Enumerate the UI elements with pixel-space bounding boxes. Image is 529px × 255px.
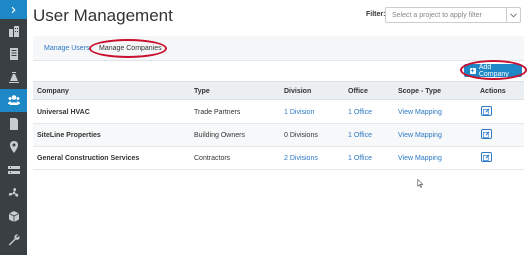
box-icon (8, 210, 19, 222)
construction-icon (8, 71, 19, 83)
filter-placeholder: Select a project to apply filter (392, 12, 482, 19)
tabs-bar: Manage Users Manage Companies (33, 36, 524, 61)
chevron-right-icon (11, 6, 16, 13)
sidebar-item-hvac[interactable] (0, 182, 27, 205)
edit-button[interactable] (481, 106, 492, 116)
division-link[interactable]: 1 Division (284, 109, 314, 116)
mouse-cursor-icon (417, 179, 424, 188)
company-type: Building Owners (194, 132, 245, 139)
column-header-actions: Actions (480, 88, 506, 95)
buildings-icon (8, 25, 19, 37)
column-header-scope-type[interactable]: Scope - Type (398, 88, 441, 95)
view-mapping-link[interactable]: View Mapping (398, 109, 442, 116)
sidebar-item-files[interactable] (0, 112, 27, 135)
sidebar-item-tools[interactable] (0, 228, 27, 251)
office-link[interactable]: 1 Office (348, 155, 372, 162)
company-type: Contractors (194, 155, 231, 162)
users-icon (7, 95, 20, 106)
annotation-circle-add-button (460, 60, 527, 80)
table-row: Universal HVAC Trade Partners 1 Division… (33, 101, 524, 124)
filter-dropdown-toggle[interactable] (506, 8, 520, 22)
column-header-division[interactable]: Division (284, 88, 311, 95)
sidebar-item-locations[interactable] (0, 135, 27, 158)
document-list-icon (9, 47, 18, 60)
page-title: User Management (33, 6, 173, 25)
sidebar-item-inventory[interactable] (0, 205, 27, 228)
division-count: 0 Divisions (284, 132, 318, 139)
company-name: SiteLine Properties (37, 132, 101, 139)
edit-button[interactable] (481, 152, 492, 162)
edit-button[interactable] (481, 129, 492, 139)
sidebar-item-construction[interactable] (0, 65, 27, 88)
column-header-office[interactable]: Office (348, 88, 368, 95)
company-type: Trade Partners (194, 109, 241, 116)
sidebar-toggle[interactable] (0, 0, 27, 19)
tab-manage-users[interactable]: Manage Users (44, 45, 90, 52)
table-row: General Construction Services Contractor… (33, 147, 524, 170)
view-mapping-link[interactable]: View Mapping (398, 155, 442, 162)
table-header: Company Type Division Office Scope - Typ… (33, 81, 524, 100)
map-pin-icon (9, 140, 18, 153)
sidebar (0, 0, 27, 255)
edit-icon (483, 130, 490, 138)
column-header-type[interactable]: Type (194, 88, 210, 95)
company-name: General Construction Services (37, 155, 140, 162)
column-header-company[interactable]: Company (37, 88, 69, 95)
sidebar-item-buildings[interactable] (0, 19, 27, 42)
annotation-circle-tab (89, 39, 167, 58)
company-name: Universal HVAC (37, 109, 90, 116)
filter-label: Filter: (366, 11, 386, 18)
table-row: SiteLine Properties Building Owners 0 Di… (33, 124, 524, 147)
chevron-down-icon (510, 12, 517, 17)
sidebar-item-users[interactable] (0, 88, 27, 112)
file-icon (9, 117, 18, 130)
office-link[interactable]: 1 Office (348, 132, 372, 139)
fan-icon (8, 188, 18, 198)
division-link[interactable]: 2 Divisions (284, 155, 318, 162)
sidebar-item-documents[interactable] (0, 42, 27, 65)
sidebar-item-equipment[interactable] (0, 158, 27, 181)
equipment-icon (7, 166, 20, 175)
project-filter-select[interactable]: Select a project to apply filter (385, 7, 521, 23)
office-link[interactable]: 1 Office (348, 109, 372, 116)
wrench-icon (8, 234, 20, 246)
view-mapping-link[interactable]: View Mapping (398, 132, 442, 139)
edit-icon (483, 153, 490, 161)
edit-icon (483, 107, 490, 115)
